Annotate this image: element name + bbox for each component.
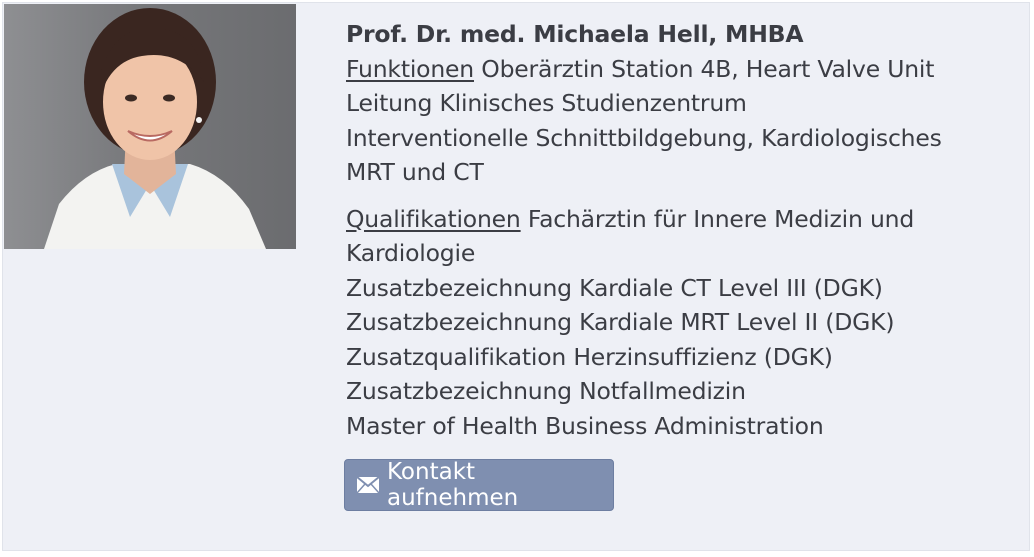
qualifikationen-item: Zusatzbezeichnung Kardiale CT Level III …: [346, 273, 883, 302]
qualifikationen-first-line: Qualifikationen Fachärztin für Innere Me…: [346, 202, 1006, 237]
profile-info: Prof. Dr. med. Michaela Hell, MHBA Funkt…: [346, 17, 1006, 443]
funktionen-item: Leitung Klinisches Studienzentrum: [346, 89, 747, 117]
funktionen-item: Oberärztin Station 4B, Heart Valve Unit: [481, 54, 935, 83]
funktionen-section: Funktionen Oberärztin Station 4B, Heart …: [346, 52, 1006, 190]
funktionen-first-line: Funktionen Oberärztin Station 4B, Heart …: [346, 52, 1006, 87]
envelope-icon: [357, 477, 379, 493]
profile-photo: [4, 4, 296, 249]
person-name: Prof. Dr. med. Michaela Hell, MHBA: [346, 20, 804, 48]
profile-card: Prof. Dr. med. Michaela Hell, MHBA Funkt…: [2, 2, 1030, 551]
qualifikationen-item: Zusatzbezeichnung Notfallmedizin: [346, 377, 746, 405]
qualifikationen-section: Qualifikationen Fachärztin für Innere Me…: [346, 202, 1006, 444]
qualifikationen-item: Zusatzbezeichnung Kardiale MRT Level II …: [346, 308, 895, 336]
contact-button[interactable]: Kontakt aufnehmen: [344, 459, 614, 511]
qualifikationen-item: Master of Health Business Administration: [346, 411, 824, 440]
funktionen-item: Interventionelle Schnittbildgebung, Kard…: [346, 123, 942, 152]
qualifikationen-item: Kardiologie: [346, 239, 476, 267]
qualifikationen-item: Zusatzqualifikation Herzinsuffizienz (DG…: [346, 342, 833, 371]
qualifikationen-label: Qualifikationen: [346, 204, 521, 233]
funktionen-item: MRT und CT: [346, 158, 484, 186]
contact-button-label: Kontakt aufnehmen: [387, 459, 519, 511]
funktionen-label: Funktionen: [346, 54, 474, 83]
qualifikationen-item: Fachärztin für Innere Medizin und: [527, 204, 915, 233]
